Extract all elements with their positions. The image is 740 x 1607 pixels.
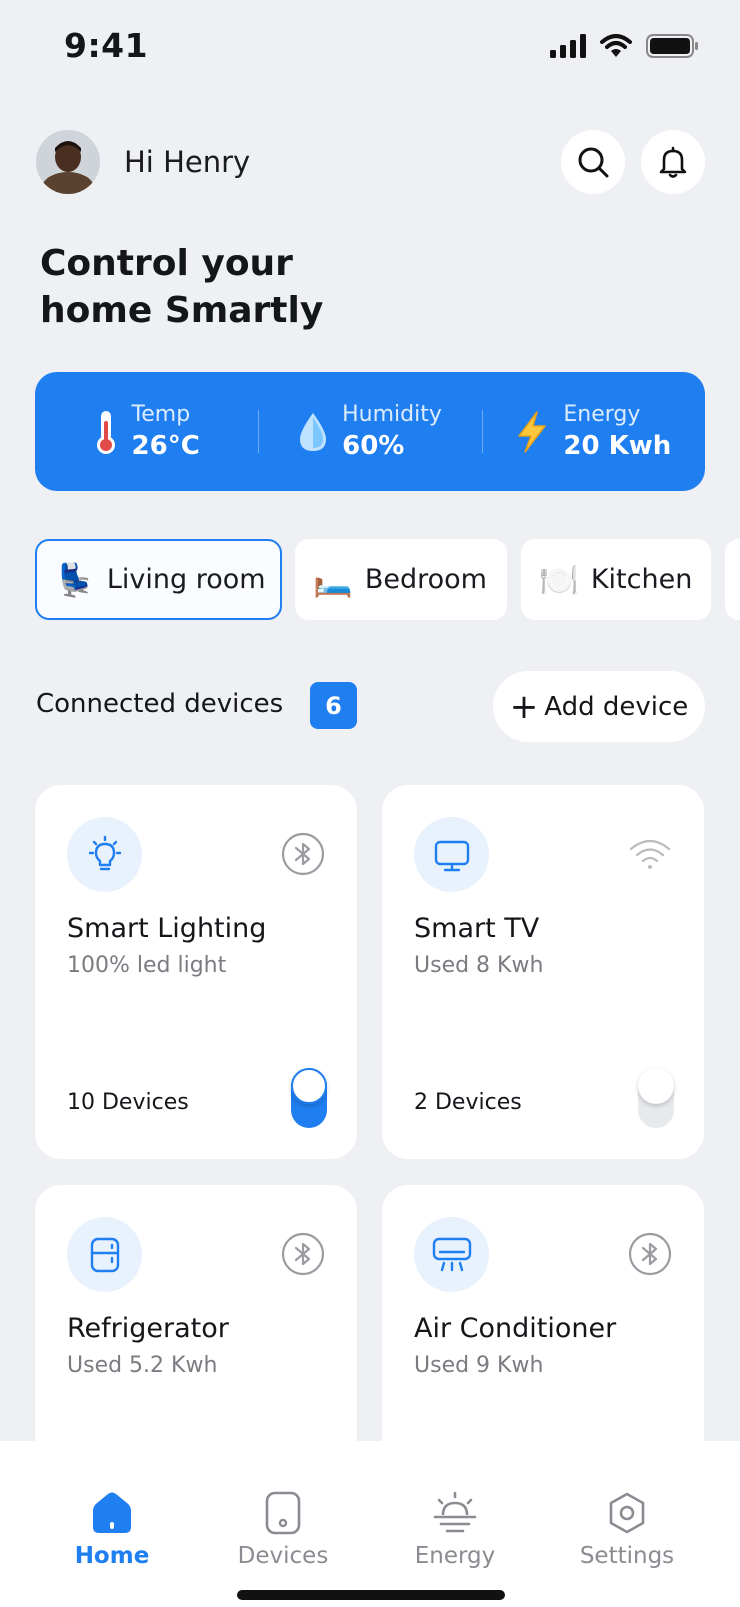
cellular-signal-icon: [550, 34, 586, 58]
settings-hexagon-icon: [609, 1492, 645, 1534]
plate-icon: 🍽️: [539, 560, 579, 599]
stat-temp: Temp 26°C: [35, 402, 258, 461]
droplet-icon: [300, 412, 327, 451]
avatar[interactable]: [36, 130, 100, 194]
phone-device-icon: [265, 1491, 301, 1535]
room-tabs: 💺 Living room 🛏️ Bedroom 🍽️ Kitchen: [35, 539, 740, 621]
room-tab-label: Kitchen: [590, 564, 693, 595]
device-card-smart-lighting[interactable]: Smart Lighting 100% led light 10 Devices: [35, 785, 357, 1159]
home-indicator: [237, 1590, 505, 1600]
nav-label: Devices: [237, 1543, 329, 1569]
stat-energy: Energy 20 Kwh: [481, 402, 705, 461]
room-tab-label: Bedroom: [364, 564, 487, 595]
title-line-2: home Smartly: [40, 290, 324, 331]
add-device-label: Add device: [544, 691, 689, 722]
wifi-icon: [600, 34, 632, 57]
bell-icon: [659, 146, 687, 178]
search-button[interactable]: [561, 130, 625, 194]
seat-icon: 💺: [55, 560, 95, 599]
device-name: Smart Lighting: [67, 913, 267, 944]
device-subtitle: Used 9 Kwh: [414, 1353, 544, 1378]
monitor-icon: [414, 817, 489, 892]
room-tab-label: Living room: [106, 564, 266, 595]
lightning-icon: [518, 410, 547, 453]
device-count: 2 Devices: [414, 1090, 522, 1115]
stat-humidity-label: Humidity: [342, 402, 442, 427]
room-tab-bedroom[interactable]: 🛏️ Bedroom: [295, 539, 507, 620]
room-tab-living-room[interactable]: 💺 Living room: [35, 539, 282, 620]
nav-label: Settings: [579, 1543, 675, 1569]
device-card-smart-tv[interactable]: Smart TV Used 8 Kwh 2 Devices: [382, 785, 704, 1159]
bluetooth-icon: [281, 832, 325, 876]
bluetooth-icon: [281, 1232, 325, 1276]
stat-humidity: Humidity 60%: [258, 402, 481, 461]
app-screen: 9:41 Hi Henry Control your home Smartly …: [0, 0, 740, 1607]
device-toggle[interactable]: [291, 1068, 327, 1128]
greeting-text: Hi Henry: [124, 145, 251, 179]
nav-home[interactable]: Home: [47, 1491, 177, 1569]
stat-temp-value: 26°C: [131, 431, 200, 461]
device-name: Air Conditioner: [414, 1313, 617, 1344]
nav-label: Energy: [414, 1543, 496, 1569]
toggle-knob: [638, 1068, 674, 1104]
device-subtitle: Used 5.2 Kwh: [67, 1353, 218, 1378]
device-name: Refrigerator: [67, 1313, 229, 1344]
connected-devices-count-badge: 6: [310, 682, 357, 729]
thermometer-icon: [96, 410, 115, 454]
battery-icon: [646, 34, 698, 58]
lightbulb-icon: [67, 817, 142, 892]
refrigerator-icon: [67, 1217, 142, 1292]
home-stats-bar: Temp 26°C Humidity 60% Energy 20 Kwh: [35, 372, 705, 491]
stat-temp-label: Temp: [131, 402, 191, 427]
home-icon: [93, 1492, 131, 1533]
title-line-1: Control your: [40, 243, 293, 284]
search-icon: [578, 147, 609, 178]
plus-icon: +: [509, 686, 539, 727]
device-toggle[interactable]: [638, 1068, 674, 1128]
stat-humidity-value: 60%: [342, 431, 405, 461]
room-tab-kitchen[interactable]: 🍽️ Kitchen: [521, 539, 711, 620]
device-subtitle: 100% led light: [67, 953, 227, 978]
device-card-refrigerator[interactable]: Refrigerator Used 5.2 Kwh: [35, 1185, 357, 1485]
bed-icon: 🛏️: [313, 560, 353, 599]
nav-energy[interactable]: Energy: [390, 1491, 520, 1569]
wifi-icon: [628, 832, 672, 876]
device-subtitle: Used 8 Kwh: [414, 953, 544, 978]
stat-energy-value: 20 Kwh: [563, 431, 672, 461]
status-icons: [550, 34, 700, 58]
page-title: Control your home Smartly: [40, 240, 440, 334]
toggle-knob: [291, 1068, 327, 1104]
notifications-button[interactable]: [641, 130, 705, 194]
sunrise-icon: [433, 1491, 477, 1533]
nav-devices[interactable]: Devices: [218, 1491, 348, 1569]
status-time: 9:41: [64, 26, 149, 65]
bluetooth-icon: [628, 1232, 672, 1276]
nav-settings[interactable]: Settings: [562, 1491, 692, 1569]
room-tab-more[interactable]: [725, 539, 740, 620]
device-count: 10 Devices: [67, 1090, 189, 1115]
device-card-air-conditioner[interactable]: Air Conditioner Used 9 Kwh: [382, 1185, 704, 1485]
connected-devices-label: Connected devices: [36, 689, 284, 719]
stat-energy-label: Energy: [563, 402, 641, 427]
device-name: Smart TV: [414, 913, 540, 944]
bottom-nav: Home Devices Energy Settings: [0, 1441, 740, 1607]
add-device-button[interactable]: + Add device: [493, 671, 705, 742]
nav-label: Home: [74, 1543, 150, 1569]
air-conditioner-icon: [414, 1217, 489, 1292]
